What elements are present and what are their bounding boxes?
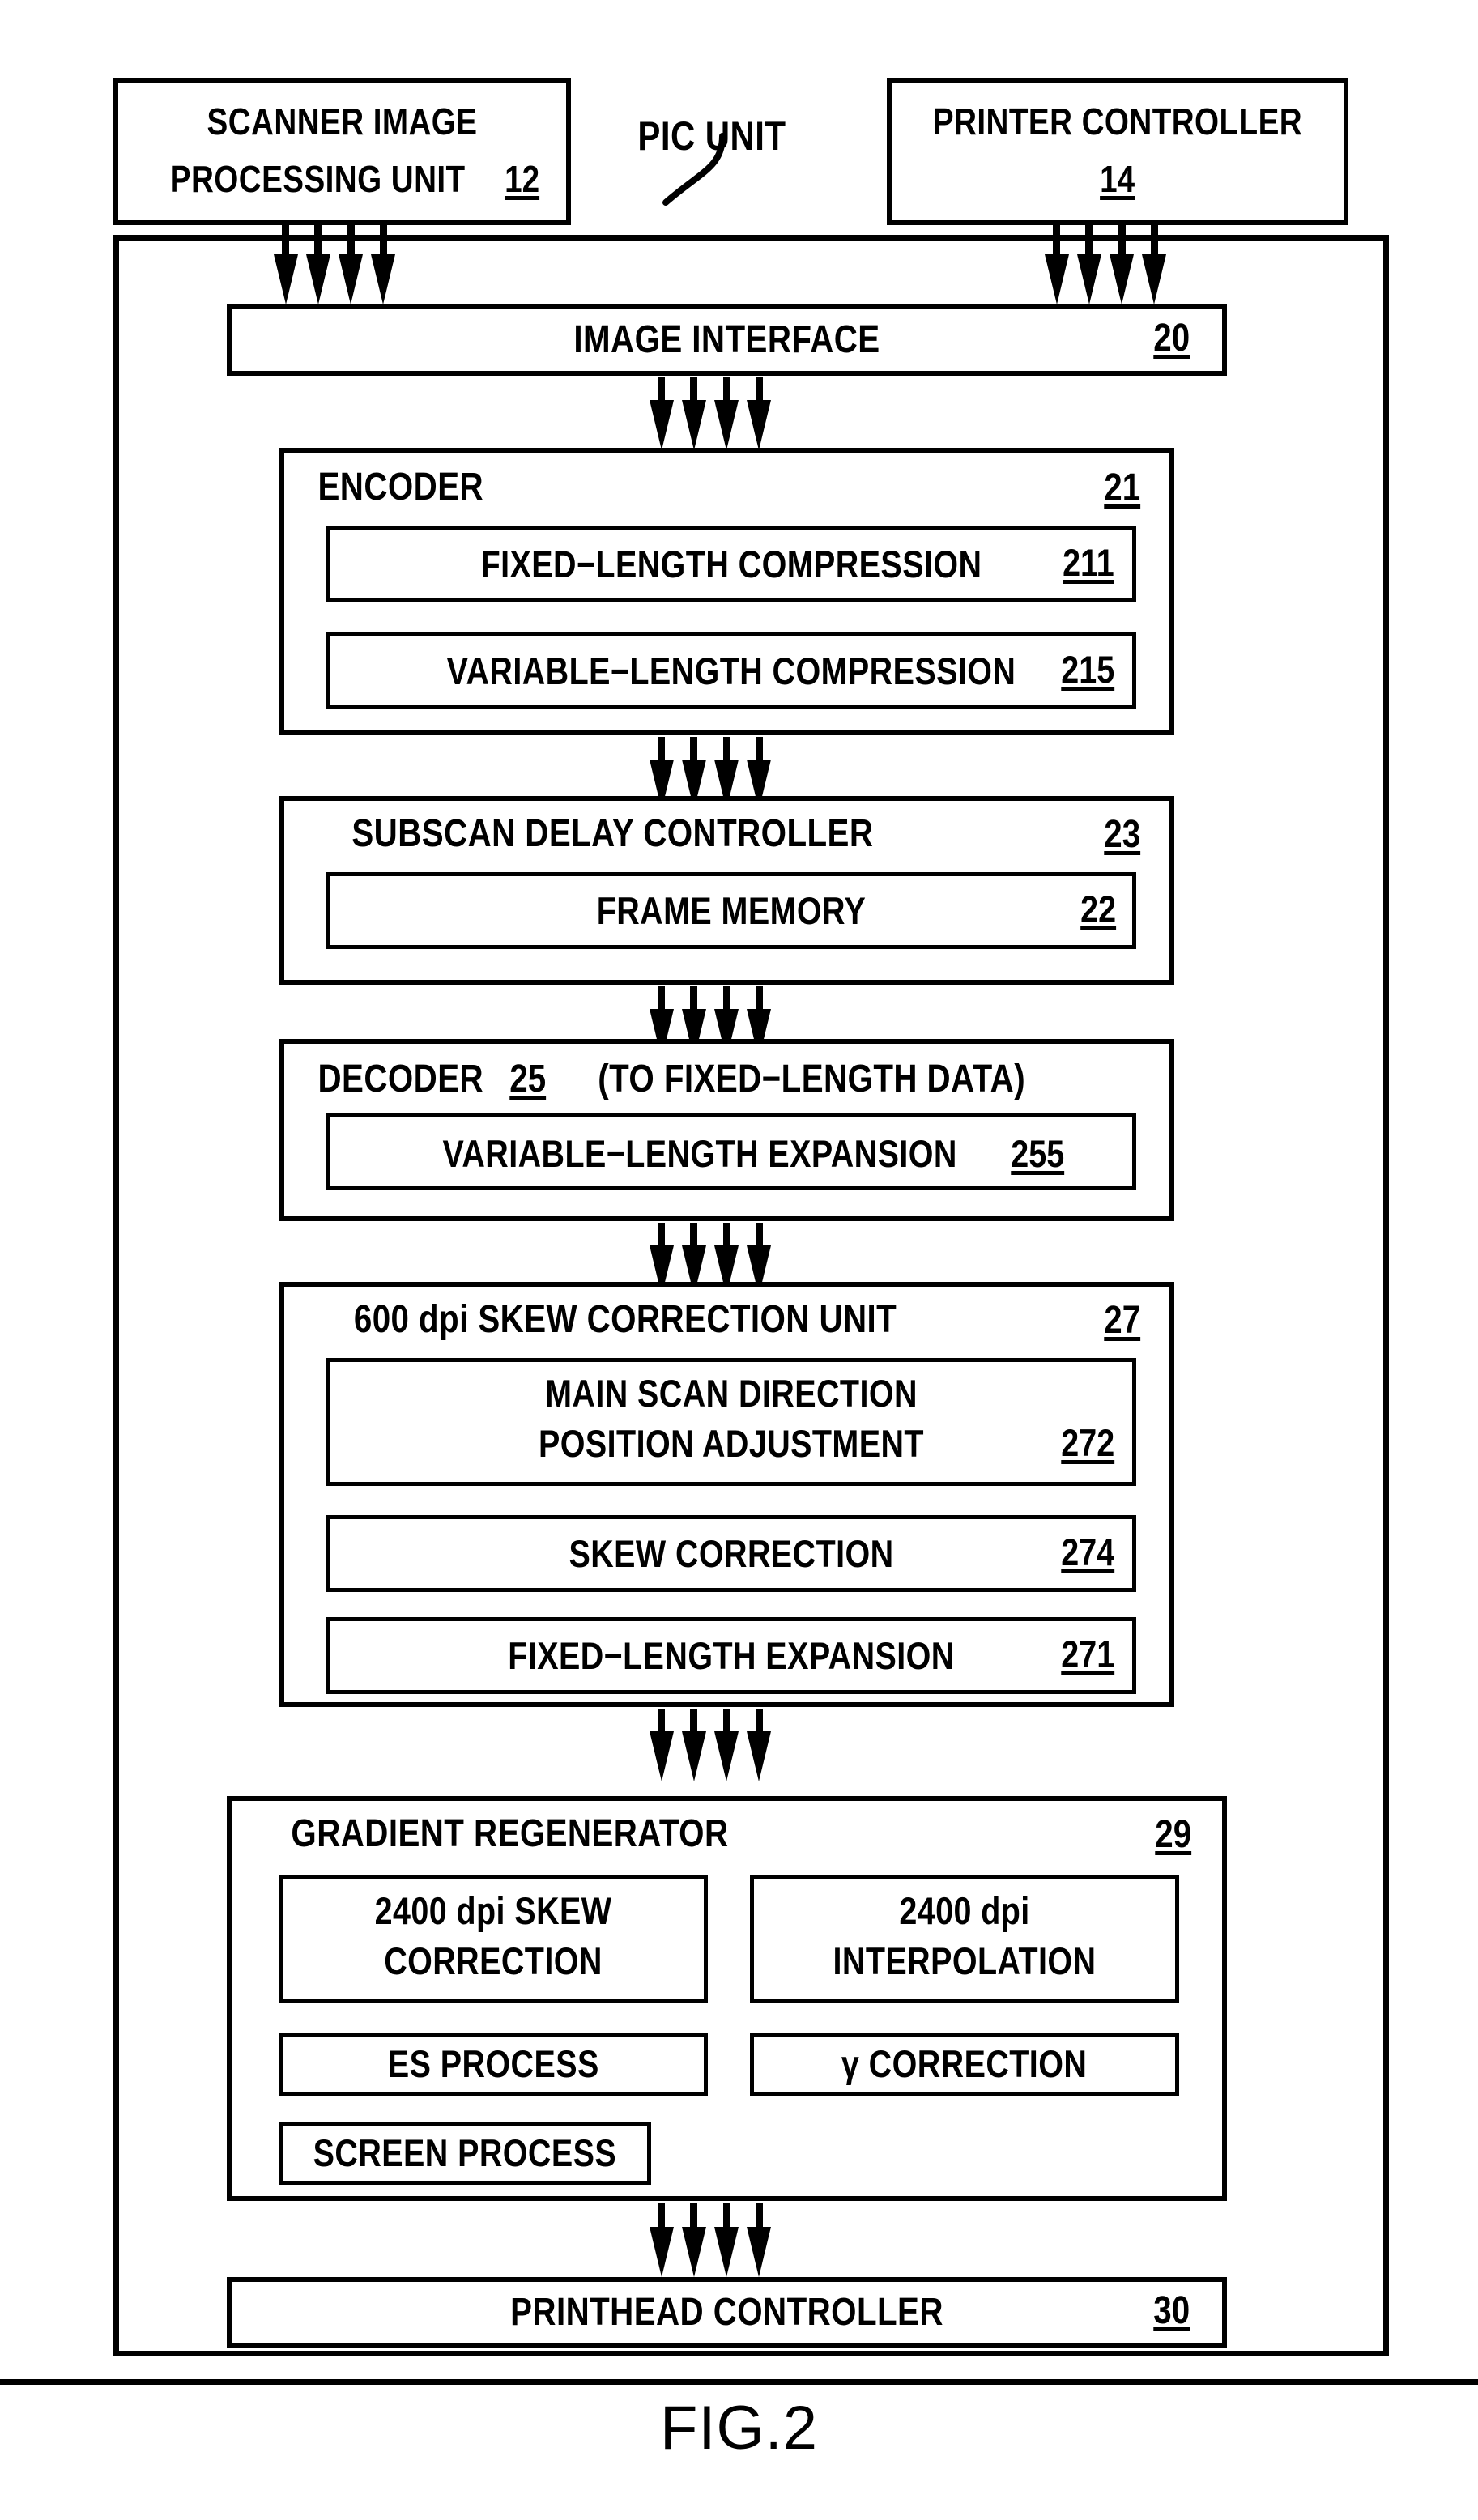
screen-process-title: SCREEN PROCESS [313,2131,617,2175]
encoder-ref: 21 [1103,466,1140,509]
fixed-length-compression-ref: 211 [1063,541,1114,584]
image-interface-ref: 20 [1152,317,1190,360]
printer-controller-ref: 14 [1100,158,1135,200]
arrow-bundle-scanner-to-image-interface [273,225,396,304]
pic-unit-leader-line [662,133,726,206]
es-process-title: ES PROCESS [387,2042,599,2086]
page-bottom-rule [0,2379,1478,2385]
arrow-line [371,225,396,304]
block-screen-process: SCREEN PROCESS [279,2122,651,2185]
image-interface-title: IMAGE INTERFACE [573,318,880,361]
decoder-title-suffix: (TO FIXED−LENGTH DATA) [598,1058,1025,1100]
interpolation-2400dpi-line2: INTERPOLATION [833,1939,1097,1982]
arrow-line [649,377,674,450]
block-skew-correction-2400dpi: 2400 dpi SKEW CORRECTION [279,1875,708,2003]
block-frame-memory: FRAME MEMORY 22 [326,872,1136,949]
gamma-correction-title: γ CORRECTION [841,2042,1088,2086]
block-scanner-image-processing-unit: SCANNER IMAGE PROCESSING UNIT 12 [113,78,571,225]
variable-length-expansion-title: VARIABLE−LENGTH EXPANSION [442,1132,957,1175]
variable-length-expansion-ref: 255 [1011,1132,1065,1175]
arrow-line [747,1709,772,1781]
block-es-process: ES PROCESS [279,2033,708,2096]
variable-length-compression-ref: 215 [1060,648,1114,691]
block-main-scan-direction-position-adjustment: MAIN SCAN DIRECTION POSITION ADJUSTMENT … [326,1358,1136,1486]
arrow-line [681,377,706,450]
skew-correction-2400dpi-line1: 2400 dpi SKEW [374,1889,612,1932]
arrow-line [339,225,364,304]
skew-correction-unit-600dpi-title: 600 dpi SKEW CORRECTION UNIT [353,1298,897,1341]
printer-controller-line1: PRINTER CONTROLLER [932,100,1303,143]
block-variable-length-compression: VARIABLE−LENGTH COMPRESSION 215 [326,632,1136,709]
block-printer-controller: PRINTER CONTROLLER 14 [887,78,1348,225]
skew-correction-ref: 274 [1060,1530,1114,1573]
fixed-length-expansion-ref: 271 [1060,1632,1114,1675]
arrow-line [305,225,330,304]
encoder-title: ENCODER [317,466,484,509]
arrow-line [1076,225,1101,304]
arrow-bundle-image-interface-to-encoder [649,377,772,450]
interpolation-2400dpi-line1: 2400 dpi [899,1889,1030,1932]
block-skew-correction-unit-600dpi: 600 dpi SKEW CORRECTION UNIT 27 MAIN SCA… [279,1282,1174,1707]
arrow-bundle-skew-correction-unit-to-gradient-regenerator [649,1709,772,1781]
scanner-unit-ref: 12 [505,158,540,200]
figure-caption: FIG.2 [659,2394,819,2463]
scanner-unit-line2: PROCESSING UNIT [169,158,466,200]
gradient-regenerator-ref: 29 [1154,1813,1191,1856]
main-scan-direction-line2: POSITION ADJUSTMENT [539,1422,924,1465]
printhead-controller-title: PRINTHEAD CONTROLLER [510,2291,943,2334]
block-decoder: DECODER 25 (TO FIXED−LENGTH DATA) VARIAB… [279,1039,1174,1221]
block-gradient-regenerator: GRADIENT REGENERATOR 29 2400 dpi SKEW CO… [227,1796,1227,2201]
arrow-line [714,1709,739,1781]
skew-correction-2400dpi-line2: CORRECTION [384,1939,603,1982]
arrow-bundle-gradient-regenerator-to-printhead-controller [649,2203,772,2277]
fixed-length-expansion-title: FIXED−LENGTH EXPANSION [508,1634,955,1677]
block-image-interface: IMAGE INTERFACE 20 [227,304,1227,376]
arrow-line [747,377,772,450]
gradient-regenerator-title: GRADIENT REGENERATOR [291,1812,729,1855]
arrow-line [649,2203,674,2277]
block-skew-correction: SKEW CORRECTION 274 [326,1515,1136,1592]
block-encoder: ENCODER 21 FIXED−LENGTH COMPRESSION 211 … [279,448,1174,735]
variable-length-compression-title: VARIABLE−LENGTH COMPRESSION [446,649,1016,692]
figure-canvas: SCANNER IMAGE PROCESSING UNIT 12 PRINTER… [0,0,1478,2520]
arrow-line [273,225,298,304]
arrow-line [1110,225,1135,304]
printhead-controller-ref: 30 [1152,2289,1190,2332]
arrow-line [681,2203,706,2277]
arrow-line [649,1709,674,1781]
skew-correction-title: SKEW CORRECTION [569,1532,894,1575]
frame-memory-ref: 22 [1080,888,1116,930]
arrow-line [1044,225,1069,304]
arrow-line [1142,225,1167,304]
block-fixed-length-compression: FIXED−LENGTH COMPRESSION 211 [326,526,1136,602]
block-gamma-correction: γ CORRECTION [750,2033,1179,2096]
block-variable-length-expansion: VARIABLE−LENGTH EXPANSION 255 [326,1113,1136,1190]
block-interpolation-2400dpi: 2400 dpi INTERPOLATION [750,1875,1179,2003]
arrow-bundle-printer-controller-to-image-interface [1044,225,1167,304]
scanner-unit-line1: SCANNER IMAGE [207,100,478,143]
subscan-delay-controller-title: SUBSCAN DELAY CONTROLLER [351,812,874,855]
arrow-line [747,2203,772,2277]
decoder-ref: 25 [509,1058,546,1100]
main-scan-direction-line1: MAIN SCAN DIRECTION [545,1372,918,1415]
subscan-delay-controller-ref: 23 [1103,813,1140,856]
fixed-length-compression-title: FIXED−LENGTH COMPRESSION [480,543,982,585]
main-scan-direction-ref: 272 [1060,1421,1114,1464]
arrow-line [714,377,739,450]
skew-correction-unit-600dpi-ref: 27 [1103,1299,1140,1342]
arrow-line [681,1709,706,1781]
frame-memory-title: FRAME MEMORY [596,889,867,932]
block-printhead-controller: PRINTHEAD CONTROLLER 30 [227,2277,1227,2348]
arrow-line [714,2203,739,2277]
block-fixed-length-expansion: FIXED−LENGTH EXPANSION 271 [326,1617,1136,1694]
decoder-title: DECODER [317,1058,484,1100]
block-subscan-delay-controller: SUBSCAN DELAY CONTROLLER 23 FRAME MEMORY… [279,796,1174,985]
